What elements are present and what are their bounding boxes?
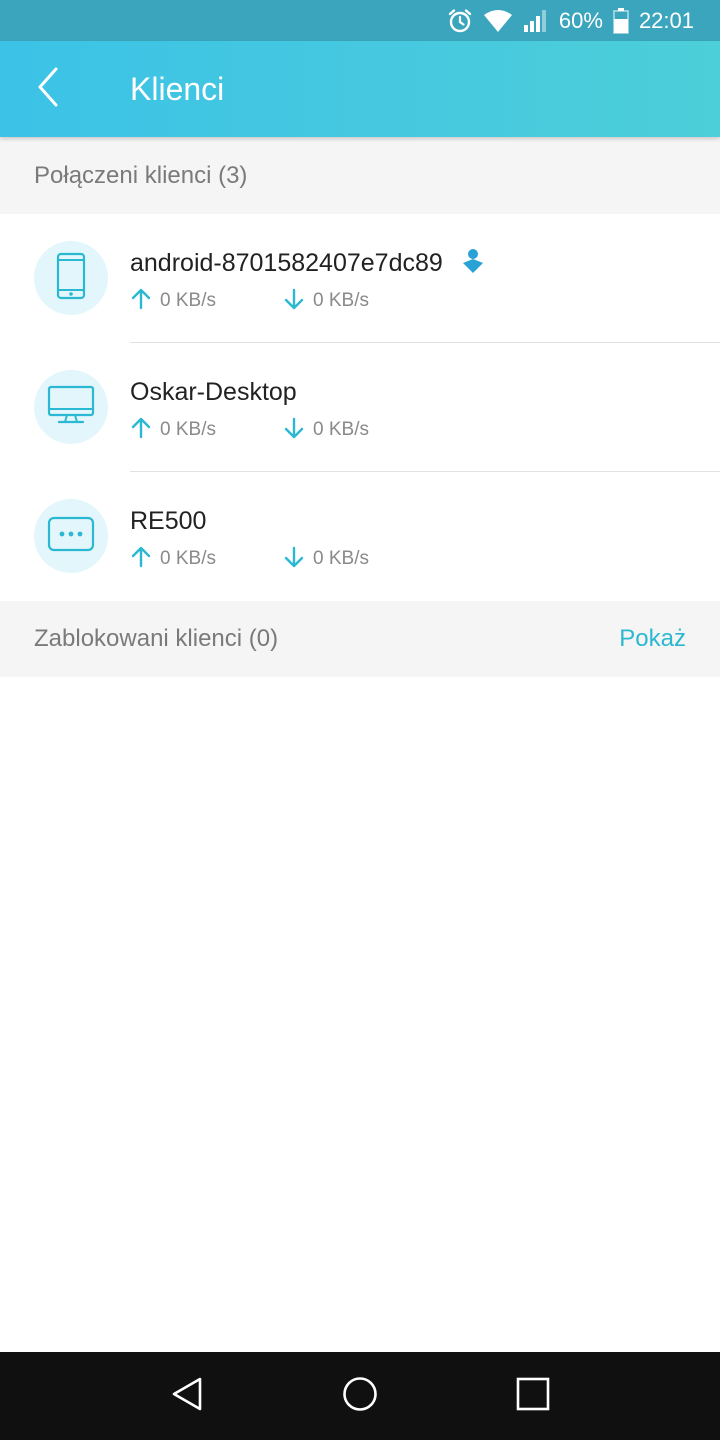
download-speed: 0 KB/s	[283, 288, 436, 315]
client-name-line: android-8701582407e7dc89	[130, 246, 485, 280]
monitor-icon	[47, 385, 95, 430]
download-speed: 0 KB/s	[283, 417, 436, 444]
circle-home-icon	[342, 1376, 378, 1417]
client-row-re500[interactable]: RE500 0 KB/s 0 KB/s	[0, 472, 720, 601]
nav-back-button[interactable]	[157, 1366, 217, 1426]
app-bar: Klienci	[0, 41, 720, 137]
battery-icon	[613, 7, 629, 34]
square-recents-icon	[516, 1377, 550, 1416]
smartphone-icon	[56, 252, 86, 305]
client-row-oskar-desktop[interactable]: Oskar-Desktop 0 KB/s 0 KB/s	[0, 343, 720, 472]
status-bar: 60% 22:01	[0, 0, 720, 41]
battery-percent: 60%	[558, 7, 603, 33]
arrow-down-icon	[283, 546, 305, 573]
upload-speed-value: 0 KB/s	[160, 419, 216, 440]
client-speeds: 0 KB/s 0 KB/s	[130, 545, 436, 573]
arrow-up-icon	[130, 546, 152, 573]
client-row-android[interactable]: android-8701582407e7dc89 0 KB/s 0 KB/s	[0, 214, 720, 343]
signal-icon	[523, 9, 549, 33]
connected-clients-header: Połączeni klienci (3)	[0, 137, 720, 214]
client-speeds: 0 KB/s 0 KB/s	[130, 416, 436, 444]
arrow-down-icon	[283, 417, 305, 444]
status-icons: 60% 22:01	[447, 0, 694, 41]
client-avatar	[34, 499, 108, 573]
upload-speed: 0 KB/s	[130, 546, 283, 573]
client-avatar	[34, 370, 108, 444]
client-name: Oskar-Desktop	[130, 377, 297, 406]
upload-speed: 0 KB/s	[130, 417, 283, 444]
download-speed: 0 KB/s	[283, 546, 436, 573]
nav-recents-button[interactable]	[503, 1366, 563, 1426]
download-speed-value: 0 KB/s	[313, 290, 369, 311]
download-speed-value: 0 KB/s	[313, 419, 369, 440]
system-nav-bar	[0, 1352, 720, 1440]
client-speeds: 0 KB/s 0 KB/s	[130, 287, 436, 315]
arrow-up-icon	[130, 417, 152, 444]
user-badge-icon	[461, 248, 485, 279]
wifi-icon	[483, 9, 513, 33]
back-button[interactable]	[24, 65, 72, 113]
download-speed-value: 0 KB/s	[313, 548, 369, 569]
show-blocked-button[interactable]: Pokaż	[619, 625, 686, 653]
client-name-line: RE500	[130, 504, 206, 538]
triangle-back-icon	[170, 1376, 204, 1417]
client-avatar	[34, 241, 108, 315]
clock: 22:01	[638, 7, 694, 33]
client-name: RE500	[130, 506, 207, 535]
connected-clients-title: Połączeni klienci (3)	[34, 161, 248, 189]
arrow-up-icon	[130, 288, 152, 315]
client-name: android-8701582407e7dc89	[130, 248, 443, 277]
screen: 60% 22:01 Klienci Połączeni klienci (3)	[0, 0, 720, 1440]
page-title: Klienci	[130, 71, 225, 107]
upload-speed-value: 0 KB/s	[160, 290, 216, 311]
upload-speed: 0 KB/s	[130, 288, 283, 315]
other-device-icon	[47, 516, 95, 557]
blocked-clients-title: Zablokowani klienci (0)	[34, 625, 279, 652]
alarm-icon	[447, 8, 473, 34]
blocked-clients-header: Zablokowani klienci (0) Pokaż	[0, 601, 720, 677]
client-list: android-8701582407e7dc89 0 KB/s 0 KB/s O…	[0, 214, 720, 601]
arrow-down-icon	[283, 288, 305, 315]
chevron-left-icon	[36, 67, 60, 112]
upload-speed-value: 0 KB/s	[160, 548, 216, 569]
client-name-line: Oskar-Desktop	[130, 375, 297, 409]
nav-home-button[interactable]	[330, 1366, 390, 1426]
